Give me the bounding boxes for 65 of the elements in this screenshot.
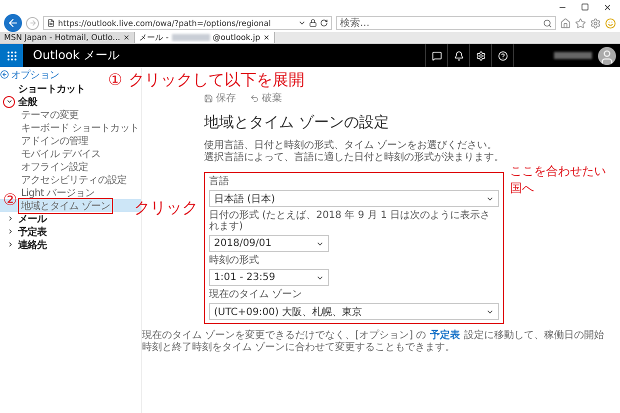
speech-bubble-icon: [432, 50, 442, 60]
browser-tab[interactable]: メール - @outlook.jp: [135, 32, 276, 43]
sidebar-item[interactable]: 予定表: [0, 225, 141, 238]
dropdown[interactable]: 日本語 (日本): [209, 190, 499, 207]
arrow-right-icon: [28, 19, 36, 27]
help-icon: [498, 50, 508, 60]
expanded-caret-icon[interactable]: [6, 98, 12, 105]
avatar[interactable]: [598, 46, 616, 64]
settings-icon: [476, 50, 486, 60]
field-label: 時刻の形式: [209, 255, 260, 266]
back-button[interactable]: [4, 14, 22, 32]
url-text: https://outlook.live.com/owa/?path=/options/regional: [58, 18, 271, 28]
dropdown[interactable]: 1:01 - 23:59: [209, 269, 329, 286]
field-label: 現在のタイム ゾーン: [209, 289, 304, 300]
restore-icon[interactable]: [581, 3, 589, 11]
sidebar-subitem[interactable]: テーマの変更: [0, 108, 141, 121]
bell-icon: [454, 50, 464, 60]
search-field[interactable]: 検索...: [336, 16, 556, 30]
toolbar-button[interactable]: 保存: [204, 91, 236, 105]
sidebar-subitem[interactable]: アドインの管理: [0, 134, 141, 147]
grid-icon: [6, 50, 18, 62]
collapsed-caret-icon[interactable]: [7, 215, 14, 222]
dropdown[interactable]: (UTC+09:00) 大阪、札幌、東京: [209, 303, 499, 320]
search-icon: [543, 18, 552, 28]
annotation-text: クリックして以下を展開: [128, 71, 304, 89]
back-link[interactable]: オプション: [0, 67, 60, 82]
close-icon[interactable]: [263, 34, 270, 41]
refresh-icon[interactable]: [320, 19, 328, 27]
step-number: ①: [108, 71, 122, 89]
dropdown[interactable]: 2018/09/01: [209, 235, 329, 252]
settings-icon[interactable]: [590, 18, 601, 28]
field-label: 言語: [209, 176, 230, 187]
collapsed-caret-icon[interactable]: [7, 241, 14, 248]
field-label: 日付の形式 (たとえば、2018 年 9 月 1 日は次のように表示されます): [209, 210, 492, 232]
sidebar-subitem[interactable]: アクセシビリティの設定: [0, 173, 141, 186]
sidebar-subitem[interactable]: モバイル デバイス: [0, 147, 141, 160]
home-icon[interactable]: [560, 18, 571, 28]
page-icon: [47, 19, 55, 27]
star-icon[interactable]: [575, 18, 586, 28]
close-icon[interactable]: [603, 2, 612, 12]
page-title: 地域とタイム ゾーンの設定: [204, 113, 390, 132]
blurred-text: [554, 52, 592, 59]
sidebar-subitem[interactable]: オフライン設定: [0, 160, 141, 173]
dropdown-icon[interactable]: [298, 19, 306, 27]
sidebar-item[interactable]: 連絡先: [0, 238, 141, 251]
undo-arrow-icon: [250, 94, 259, 102]
sidebar-item[interactable]: 全般: [0, 95, 141, 108]
lock-icon: [309, 19, 317, 27]
sidebar-subitem[interactable]: キーボード ショートカット: [0, 121, 141, 134]
annotation-text: ここを合わせたい: [510, 163, 606, 180]
address-bar[interactable]: https://outlook.live.com/owa/?path=/options/regional: [43, 16, 332, 30]
person-silhouette-icon: [599, 48, 615, 64]
toolbar-button[interactable]: 破棄: [250, 91, 282, 105]
close-icon[interactable]: [123, 34, 130, 41]
browser-tab[interactable]: MSN Japan - Hotmail, Outlo...: [0, 32, 136, 43]
footer-text: 現在のタイム ゾーンを変更できるだけでなく、[オプション] の 予定表 設定に移動して、稼働日の開始時刻と終了時刻をタイム ゾーンに合わせて変更することもできます。: [142, 330, 606, 354]
description-text: 使用言語、日付と時刻の形式、タイム ゾーンをお選びください。: [204, 140, 498, 152]
arrow-left-icon: [7, 17, 19, 29]
app-title: Outlook メール: [32, 47, 121, 64]
calendar-link[interactable]: 予定表: [430, 330, 460, 341]
collapsed-caret-icon[interactable]: [7, 228, 14, 235]
description-text: 選択言語によって、言語に適した日付と時刻の形式が決まります。: [204, 152, 504, 164]
annotation-text: 国へ: [510, 180, 535, 197]
blurred-text: [172, 34, 210, 41]
app-launcher-button[interactable]: [0, 44, 23, 67]
